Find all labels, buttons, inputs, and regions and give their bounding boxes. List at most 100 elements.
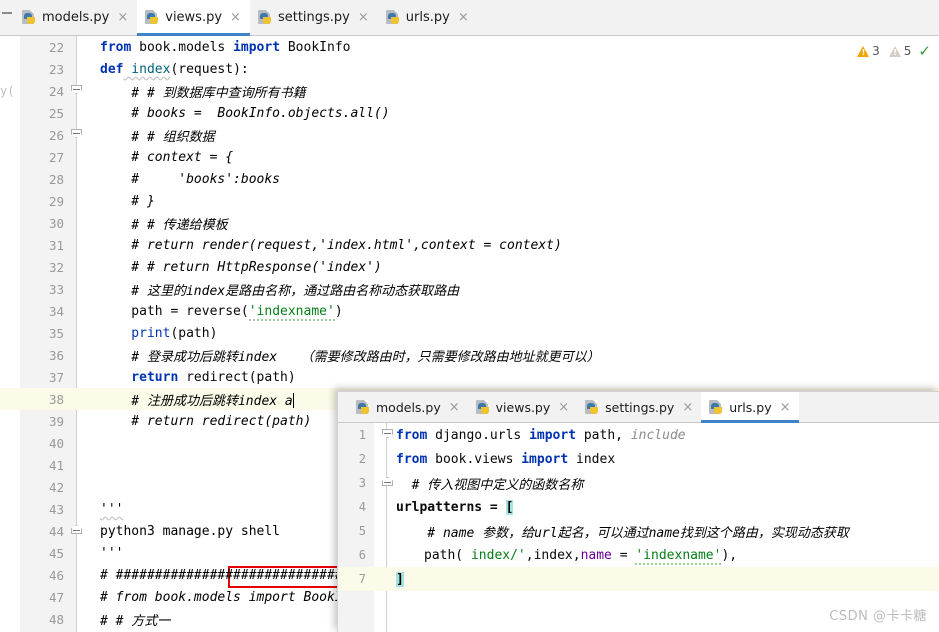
tab-models-py[interactable]: models.py × xyxy=(14,0,137,35)
token-from: from xyxy=(396,427,428,443)
token-symbol: index xyxy=(568,451,616,467)
tab-urls-py[interactable]: urls.py × xyxy=(378,0,478,35)
fold-marker-icon[interactable] xyxy=(382,429,393,440)
line-content: path = reverse('indexname') xyxy=(100,303,343,321)
code-line-36[interactable]: 36 # 登录成功后跳转index （需要修改路由时，只需要修改路由地址就更可以… xyxy=(0,344,939,366)
line-number: 35 xyxy=(48,325,64,341)
close-icon[interactable]: × xyxy=(117,11,128,24)
code-line-37[interactable]: 37 return redirect(path) xyxy=(0,366,939,388)
line-content: python3 manage.py shell xyxy=(100,523,281,539)
inner-code-line-4[interactable]: 4 urlpatterns = [ xyxy=(338,495,939,582)
token-symbol-path: path, xyxy=(576,427,623,443)
close-icon[interactable]: × xyxy=(780,401,791,414)
inner-code-line-6[interactable]: 6 path( index/',index,name = 'indexname'… xyxy=(338,543,939,567)
inner-tab-views-py[interactable]: views.py × xyxy=(468,392,578,422)
token-tail: ), xyxy=(721,547,738,563)
code-line-27[interactable]: 27 # context = { xyxy=(0,146,939,168)
line-content: ] xyxy=(396,571,404,587)
close-icon[interactable]: × xyxy=(449,401,460,414)
line-content: return redirect(path) xyxy=(100,369,296,385)
code-line-29[interactable]: 29 # } xyxy=(0,190,939,212)
line-content: # return redirect(path) xyxy=(100,413,312,429)
tab-scroll-indicator[interactable] xyxy=(2,12,12,14)
close-icon[interactable]: × xyxy=(358,11,369,24)
token-variable: urlpatterns = xyxy=(396,499,506,515)
line-content: # # 传递给模板 xyxy=(100,217,228,233)
tab-label: models.py xyxy=(42,10,110,25)
inner-code-editor[interactable]: 1 from django.urls import path, include … xyxy=(338,423,939,632)
code-line-24[interactable]: 24 # # 到数据库中查询所有书籍 xyxy=(0,80,939,138)
line-number: 29 xyxy=(48,193,64,209)
pycharm-screenshot: models.py × views.py × settings.py × url… xyxy=(0,0,939,632)
line-content: # 登录成功后跳转index （需要修改路由时，只需要修改路由地址就更可以） xyxy=(100,349,600,365)
token-def: def xyxy=(100,61,124,77)
close-icon[interactable]: × xyxy=(682,401,693,414)
inner-code-line-2[interactable]: 2 from book.views import index xyxy=(338,447,939,486)
python-file-icon xyxy=(475,399,491,415)
code-line-32[interactable]: 32 # # return HttpResponse('index') xyxy=(0,256,939,278)
tab-label: views.py xyxy=(495,399,551,415)
token-kwarg-name: name xyxy=(580,547,612,563)
inner-tab-models-py[interactable]: models.py × xyxy=(348,392,468,422)
line-number: 24 xyxy=(48,83,64,99)
code-line-23[interactable]: 23 def index(request): xyxy=(0,58,939,94)
line-number: 32 xyxy=(48,259,64,275)
tab-label: urls.py xyxy=(405,10,450,25)
line-number: 23 xyxy=(48,61,64,77)
token-string: 'indexname' xyxy=(248,303,335,321)
tab-label: models.py xyxy=(376,399,441,415)
code-line-30[interactable]: 30 # # 传递给模板 xyxy=(0,212,939,234)
line-number: 45 xyxy=(48,545,64,561)
token-module: book.views xyxy=(427,451,522,467)
line-content: from book.views import index xyxy=(396,452,615,467)
tab-views-py[interactable]: views.py × xyxy=(137,0,250,36)
code-line-33[interactable]: 33 # 这里的index是路由名称，通过路由名称动态获取路由 xyxy=(0,278,939,534)
line-content: path( index/',index,name = 'indexname'), xyxy=(424,547,738,565)
code-line-31[interactable]: 31 # return render(request,'index.html',… xyxy=(0,234,939,256)
close-icon[interactable]: × xyxy=(458,11,469,24)
line-number: 44 xyxy=(48,523,64,539)
line-content: print(path) xyxy=(100,326,217,341)
line-content: urlpatterns = [ xyxy=(396,499,514,515)
token-function-name: index xyxy=(123,61,171,77)
close-icon[interactable]: × xyxy=(230,11,241,24)
token-symbol-include: include xyxy=(623,427,686,443)
code-line-25[interactable]: 25 # books = BookInfo.objects.all() xyxy=(0,102,939,124)
token-import: import xyxy=(233,39,281,55)
inner-tab-bar: models.py × views.py × settings.py × url… xyxy=(338,392,939,423)
token-call: redirect(path) xyxy=(178,369,296,385)
close-icon[interactable]: × xyxy=(558,401,569,414)
line-number: 5 xyxy=(358,524,366,538)
code-line-35[interactable]: 35 print(path) xyxy=(0,322,939,344)
line-number: 22 xyxy=(48,39,64,55)
code-line-28[interactable]: 28 # 'books':books xyxy=(0,168,939,190)
inner-code-line-5[interactable]: 5 # name 参数，给url起名，可以通过name找到这个路由，实现动态获取 xyxy=(338,519,939,543)
line-content: # # 方式一 xyxy=(100,613,171,629)
code-line-26[interactable]: 26 # # 组织数据 xyxy=(0,124,939,146)
line-content: # return render(request,'index.html',con… xyxy=(100,237,562,253)
line-number: 28 xyxy=(48,171,64,187)
line-number: 39 xyxy=(48,413,64,429)
token-equals: = xyxy=(611,547,636,563)
line-number: 6 xyxy=(358,548,366,562)
line-number: 2 xyxy=(358,452,366,466)
inner-code-line-7[interactable]: 7 ] xyxy=(338,567,939,591)
inner-code-line-1[interactable]: 1 from django.urls import path, include xyxy=(338,423,939,447)
line-number: 26 xyxy=(48,127,64,143)
code-line-34[interactable]: 34 path = reverse('indexname') xyxy=(0,300,939,588)
line-content: # from book.models import BookIn xyxy=(100,589,351,605)
code-line-22[interactable]: 22 from book.models import BookInfo xyxy=(0,36,939,58)
tab-settings-py[interactable]: settings.py × xyxy=(250,0,378,35)
python-file-icon xyxy=(145,10,160,25)
line-content: # 传入视图中定义的函数名称 xyxy=(396,477,584,493)
token-view-arg: ,index, xyxy=(525,547,581,563)
inner-tab-urls-py[interactable]: urls.py × xyxy=(701,392,799,423)
inner-code-line-3[interactable]: 3 # 传入视图中定义的函数名称 xyxy=(338,471,939,495)
line-number: 42 xyxy=(48,479,64,495)
main-tab-bar: models.py × views.py × settings.py × url… xyxy=(0,0,939,36)
line-content: ''' xyxy=(100,545,124,561)
line-number: 43 xyxy=(48,501,64,517)
token-builtin: print xyxy=(100,325,171,341)
python-file-icon xyxy=(585,399,600,415)
inner-tab-settings-py[interactable]: settings.py × xyxy=(577,392,701,422)
